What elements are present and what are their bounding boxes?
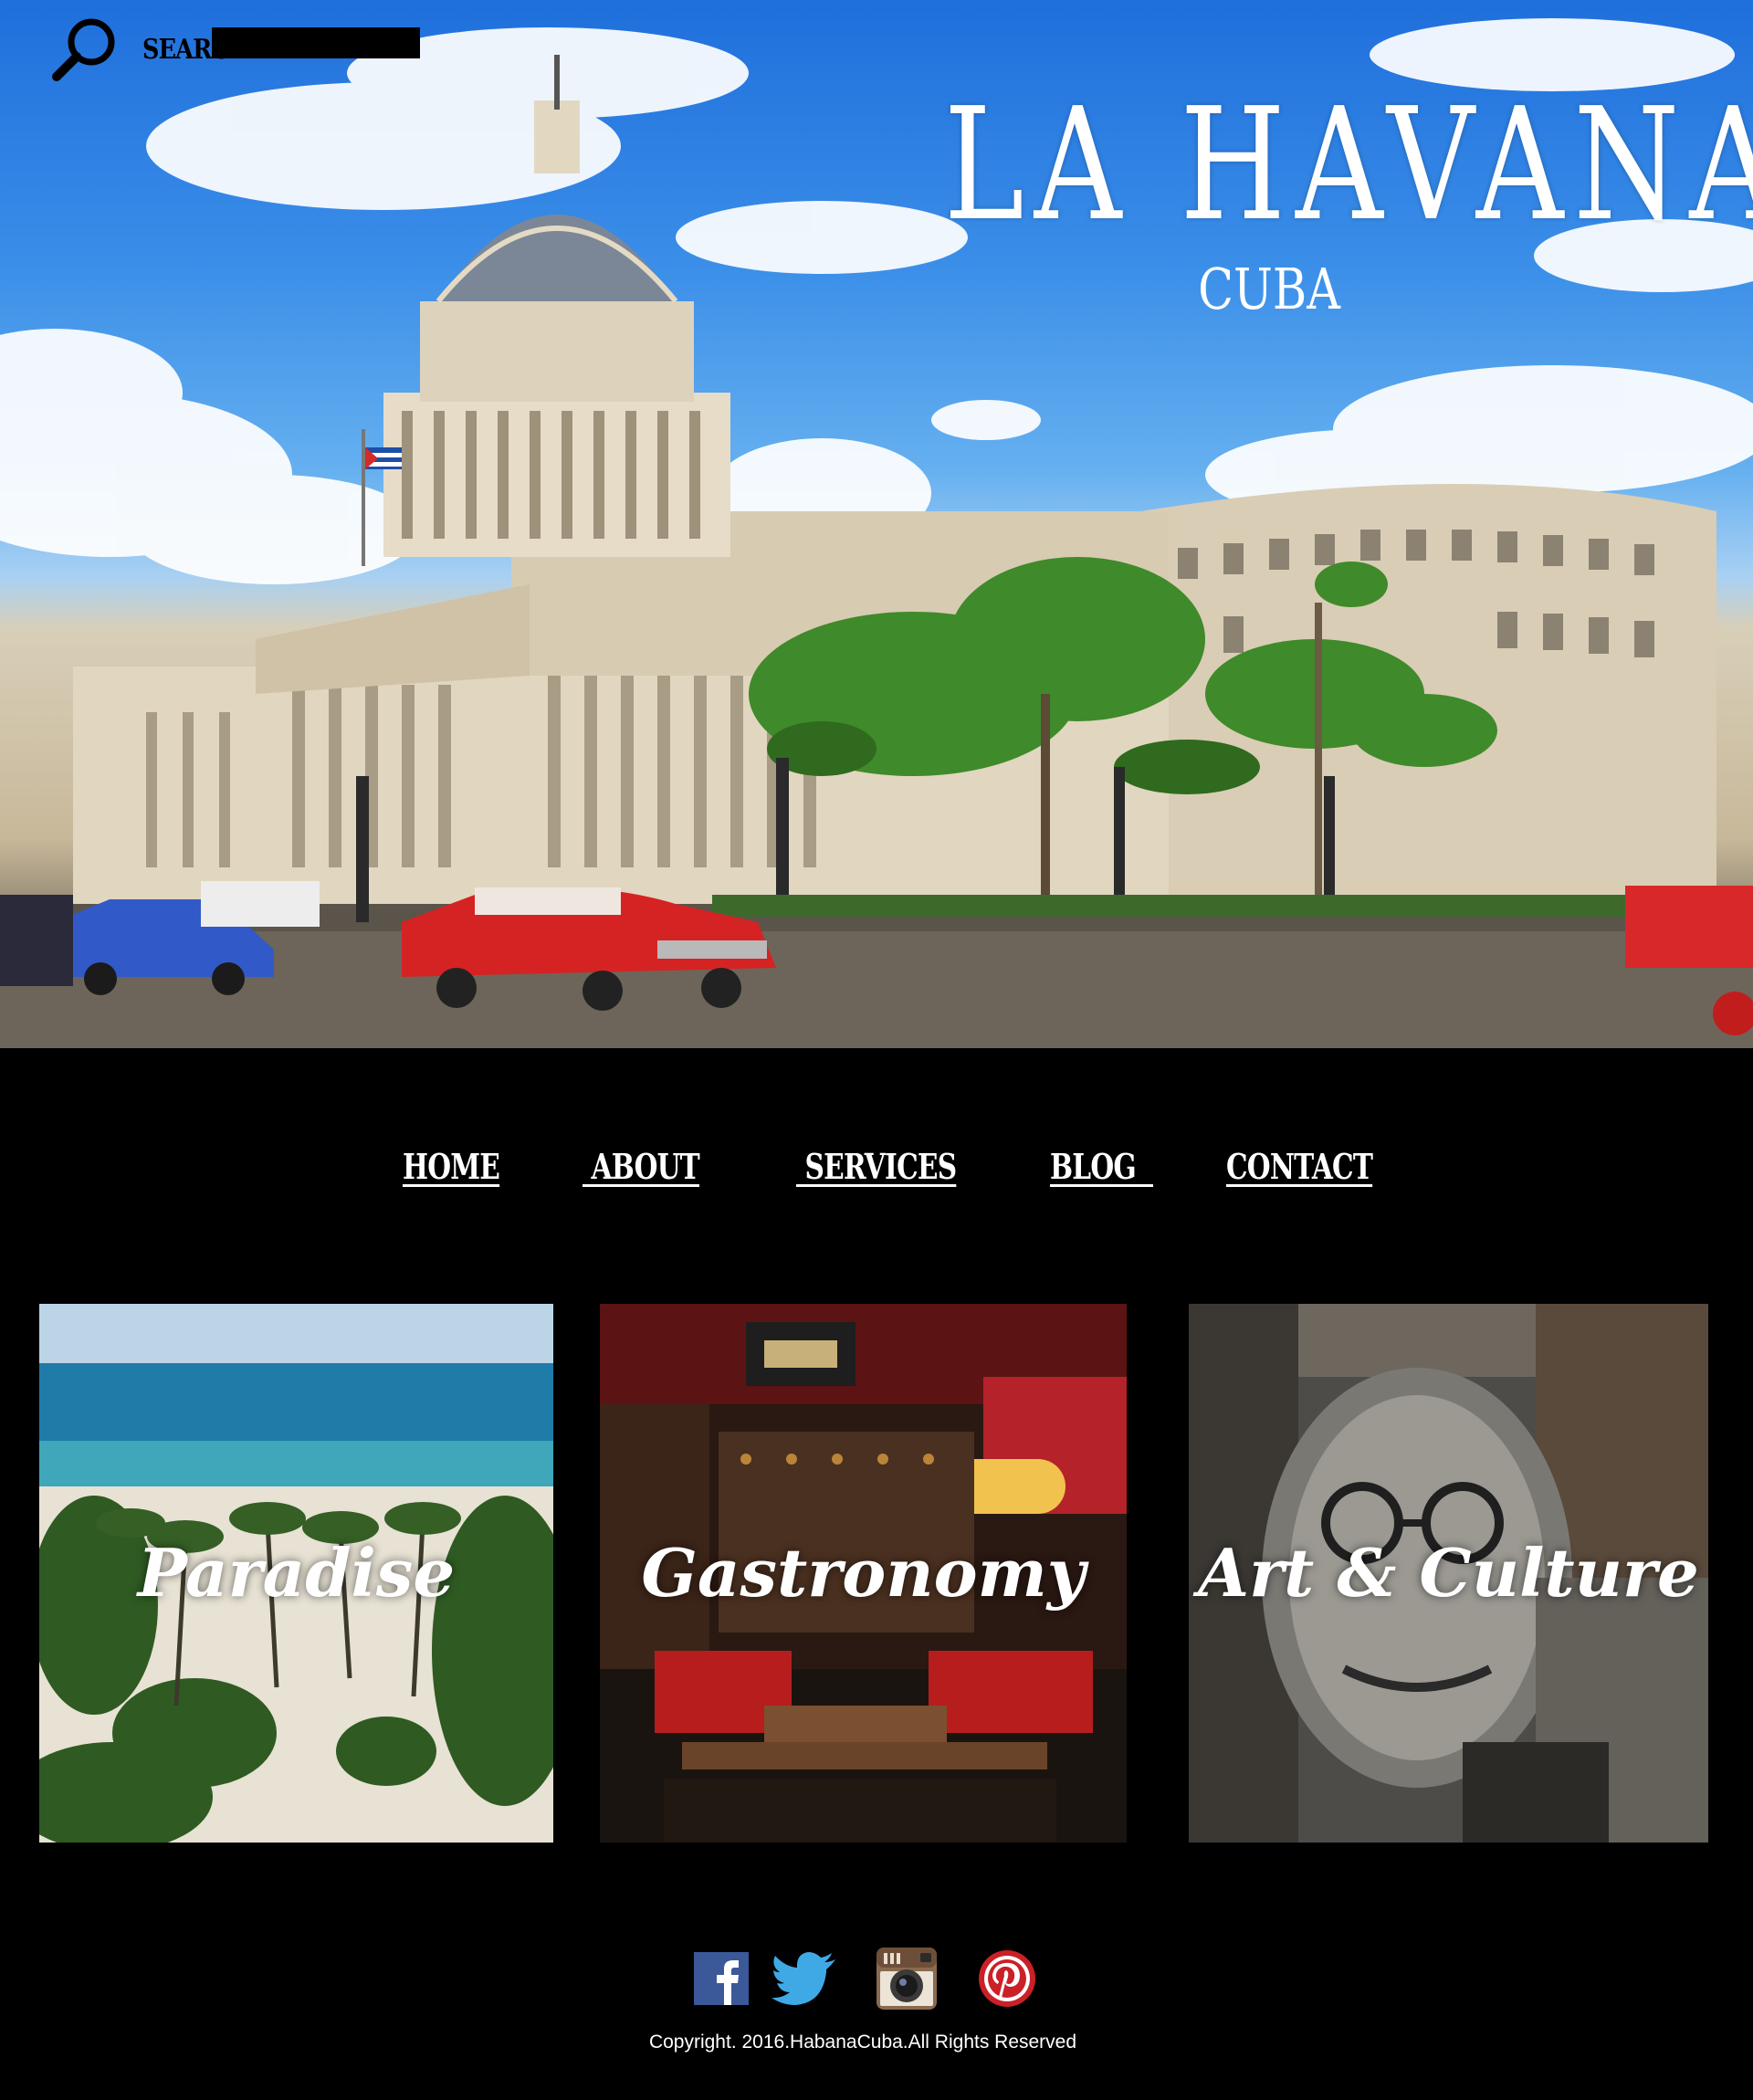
page-title: LA HAVANA <box>943 75 1753 256</box>
nav-contact[interactable]: CONTACT <box>1226 1141 1373 1192</box>
main-nav: HOME ABOUT SERVICES BLOG CONTACT <box>0 1141 1753 1196</box>
pinterest-icon[interactable] <box>977 1947 1037 2011</box>
copyright-text: Copyright. 2016.HabanaCuba.All Rights Re… <box>648 2032 1077 2053</box>
nav-blog[interactable]: BLOG <box>1050 1141 1153 1192</box>
nav-home[interactable]: HOME <box>403 1141 500 1192</box>
nav-services[interactable]: SERVICES <box>796 1141 958 1192</box>
card-art-culture[interactable]: Art & Culture <box>1189 1304 1708 1843</box>
search-input[interactable] <box>212 27 420 58</box>
card-gastronomy[interactable]: Gastronomy <box>600 1304 1127 1843</box>
hero-banner: SEARCH LA HAVANA CUBA <box>0 0 1753 1048</box>
facebook-icon[interactable] <box>694 1947 749 2011</box>
card-paradise[interactable]: Paradise <box>39 1304 553 1843</box>
card-label-art-culture: Art & Culture <box>1198 1534 1699 1612</box>
search-icon[interactable] <box>51 15 121 84</box>
instagram-icon[interactable] <box>876 1947 937 2011</box>
card-label-paradise: Paradise <box>137 1534 456 1612</box>
page-subtitle: CUBA <box>1198 256 1340 322</box>
twitter-icon[interactable] <box>772 1947 837 2011</box>
card-label-gastronomy: Gastronomy <box>641 1534 1086 1612</box>
nav-about[interactable]: ABOUT <box>583 1141 700 1192</box>
